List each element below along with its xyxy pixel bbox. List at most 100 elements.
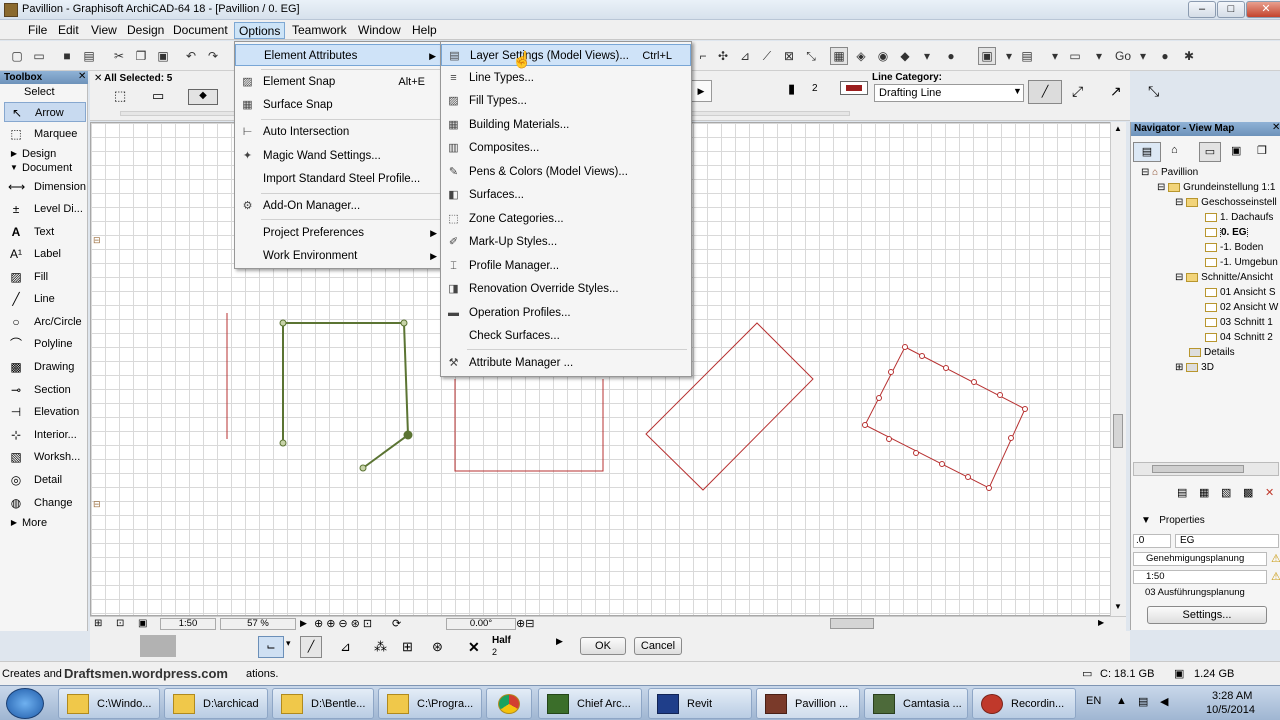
menu-item-line-types[interactable]: ≡ Line Types... xyxy=(441,67,691,89)
group-more[interactable]: ▶ More xyxy=(4,513,86,533)
publisher-icon[interactable]: ▣ xyxy=(1231,144,1241,157)
snap-icon[interactable]: ⌐ xyxy=(694,47,712,65)
view-icon[interactable]: ▣ xyxy=(138,618,147,629)
menu-item-profile-manager[interactable]: ⌶ Profile Manager... xyxy=(441,255,691,277)
trace-icon[interactable]: ◉ xyxy=(874,47,892,65)
orientation-icon[interactable]: ⊕⊟ xyxy=(516,617,534,630)
taskbar-item[interactable]: C:\Windo... xyxy=(58,688,160,719)
red-rectangle[interactable] xyxy=(454,379,604,472)
menu-view[interactable]: View xyxy=(87,22,121,39)
menu-item-fill-types[interactable]: ▨ Fill Types... xyxy=(441,90,691,112)
menu-item-attribute-manager[interactable]: ⚒ Attribute Manager ... xyxy=(441,352,691,374)
tree-item[interactable]: ⊟ Schnitte/Ansicht xyxy=(1175,272,1280,283)
tool-polyline[interactable]: ⌒ Polyline xyxy=(4,334,86,354)
tree-item[interactable]: 04 Schnitt 2 xyxy=(1205,332,1280,343)
zoom-display[interactable]: 57 % xyxy=(220,618,296,630)
taskbar-item[interactable]: Recordin... xyxy=(972,688,1076,719)
menu-item-magic-wand[interactable]: ✦ Magic Wand Settings... xyxy=(235,145,443,167)
tree-root[interactable]: ⊟ ⌂ Pavillion xyxy=(1141,167,1198,178)
relative-construction-icon[interactable]: ⊿ xyxy=(340,639,351,655)
zoom-tools-icon[interactable]: ⊕⊕⊖⊛⊡ xyxy=(314,617,375,630)
scroll-right-icon[interactable]: ▶ xyxy=(690,80,712,102)
taskbar-item[interactable]: C:\Progra... xyxy=(378,688,482,719)
tool-elevation[interactable]: ⊣ Elevation xyxy=(4,402,86,422)
copy-icon[interactable]: ❐ xyxy=(132,47,150,65)
layout-icon[interactable]: ▭ xyxy=(1066,47,1084,65)
view-name-field[interactable]: EG xyxy=(1175,534,1279,548)
straight-line-icon[interactable]: ╱ xyxy=(1028,80,1062,104)
menu-item-add-on-manager[interactable]: ⚙ Add-On Manager... xyxy=(235,195,443,217)
pen-set-field[interactable]: 03 Ausführungsplanung xyxy=(1133,587,1279,601)
pet-palette-icon[interactable]: ⌙ xyxy=(258,636,284,658)
menu-item-project-preferences[interactable]: Project Preferences ▶ xyxy=(235,222,443,244)
minimize-button[interactable]: – xyxy=(1188,1,1216,18)
undo-icon[interactable]: ↶ xyxy=(182,47,200,65)
menu-teamwork[interactable]: Teamwork xyxy=(288,22,351,39)
dropdown-arrow-icon[interactable]: ▾ xyxy=(1090,47,1108,65)
maximize-button[interactable]: □ xyxy=(1217,1,1245,18)
horizontal-scroll-thumb[interactable] xyxy=(830,618,874,629)
menu-help[interactable]: Help xyxy=(408,22,441,39)
perpendicular-icon[interactable]: ⊞ xyxy=(402,639,413,655)
cancel-button[interactable]: Cancel xyxy=(634,637,682,655)
mirror-icon[interactable]: ⟋ xyxy=(758,47,776,65)
view-settings-icon[interactable]: ▣ xyxy=(978,47,996,65)
clock-date[interactable]: 10/5/2014 xyxy=(1206,704,1255,716)
redo-icon[interactable]: ↷ xyxy=(204,47,222,65)
fit-window-icon[interactable]: ⊡ xyxy=(116,618,124,629)
menu-item-element-snap[interactable]: ▨ Element Snap Alt+E xyxy=(235,71,443,93)
line-input-icon[interactable]: ╱ xyxy=(300,636,322,658)
taskbar-item[interactable]: Chief Arc... xyxy=(538,688,642,719)
new-view-icon[interactable]: ▤ xyxy=(1177,486,1187,499)
polyline-nodes[interactable] xyxy=(279,319,413,472)
clone-view-icon[interactable]: ▦ xyxy=(1199,486,1209,499)
tree-item[interactable]: 02 Ansicht W xyxy=(1205,302,1280,313)
rename-icon[interactable]: ▩ xyxy=(1243,486,1253,499)
view-map-icon[interactable]: ⌂ xyxy=(1171,144,1178,156)
close-icon[interactable]: ✕ xyxy=(78,71,86,82)
mark-up-icon[interactable]: ● xyxy=(942,47,960,65)
menu-item-operation-profiles[interactable]: ▬ Operation Profiles... xyxy=(441,302,691,324)
tree-item-selected[interactable]: 0. EG xyxy=(1205,227,1280,238)
dropdown-arrow-icon[interactable]: ▾ xyxy=(1134,47,1152,65)
dropdown-arrow-icon[interactable]: ▾ xyxy=(286,638,291,649)
walk-icon[interactable]: ✱ xyxy=(1180,47,1198,65)
more-options-icon[interactable]: ▶ xyxy=(556,636,563,647)
rectangle-selection-icon[interactable]: ▭ xyxy=(152,88,164,104)
taskbar-chrome[interactable] xyxy=(486,688,532,719)
tree-item[interactable]: -1. Boden xyxy=(1205,242,1280,253)
menu-item-composites[interactable]: ▥ Composites... xyxy=(441,137,691,159)
tool-section[interactable]: ⊸ Section xyxy=(4,380,86,400)
stretch-icon[interactable]: ⤡ xyxy=(802,47,820,65)
tool-text[interactable]: A Text xyxy=(4,222,86,242)
rotate-view-icon[interactable]: ⟳ xyxy=(392,617,401,630)
project-map-icon[interactable]: ▤ xyxy=(1133,142,1161,162)
angle-display[interactable]: 0.00° xyxy=(446,618,516,630)
menu-edit[interactable]: Edit xyxy=(54,22,83,39)
layer-combination-field[interactable]: Genehmigungsplanung xyxy=(1133,552,1267,566)
menu-file[interactable]: File xyxy=(24,22,51,39)
tool-change[interactable]: ◍ Change xyxy=(4,493,86,513)
taskbar-item[interactable]: Revit xyxy=(648,688,752,719)
chained-line-icon[interactable]: ⤢ xyxy=(1072,83,1083,100)
menu-item-mark-up-styles[interactable]: ✐ Mark-Up Styles... xyxy=(441,231,691,253)
tree-item[interactable]: Details xyxy=(1189,347,1235,358)
scale-field[interactable]: 1:50 xyxy=(1133,570,1267,584)
new-icon[interactable]: ▢ xyxy=(8,47,26,65)
tool-drawing[interactable]: ▩ Drawing xyxy=(4,357,86,377)
properties-header[interactable]: ▼ Properties xyxy=(1141,515,1205,526)
next-zoom-icon[interactable]: ▶ xyxy=(300,618,307,629)
drag-icon[interactable]: ⊠ xyxy=(780,47,798,65)
start-button[interactable] xyxy=(6,688,44,719)
scroll-up-icon[interactable]: ▲ xyxy=(1114,124,1122,133)
dropdown-arrow-icon[interactable]: ▾ xyxy=(918,47,936,65)
tool-arc-circle[interactable]: ○ Arc/Circle xyxy=(4,312,86,332)
trace-reference-icon[interactable]: ◆ xyxy=(896,47,914,65)
rectangle-hotspots[interactable] xyxy=(862,344,1028,491)
tree-item[interactable]: 1. Dachaufs xyxy=(1205,212,1280,223)
arrow-end-icon[interactable]: ↗ xyxy=(1110,83,1122,100)
navigator-hscrollbar[interactable] xyxy=(1133,462,1279,476)
rotate-icon[interactable]: ⊿ xyxy=(736,47,754,65)
tree-item[interactable]: ⊞ 3D xyxy=(1175,362,1214,373)
menu-item-surface-snap[interactable]: ▦ Surface Snap xyxy=(235,94,443,116)
